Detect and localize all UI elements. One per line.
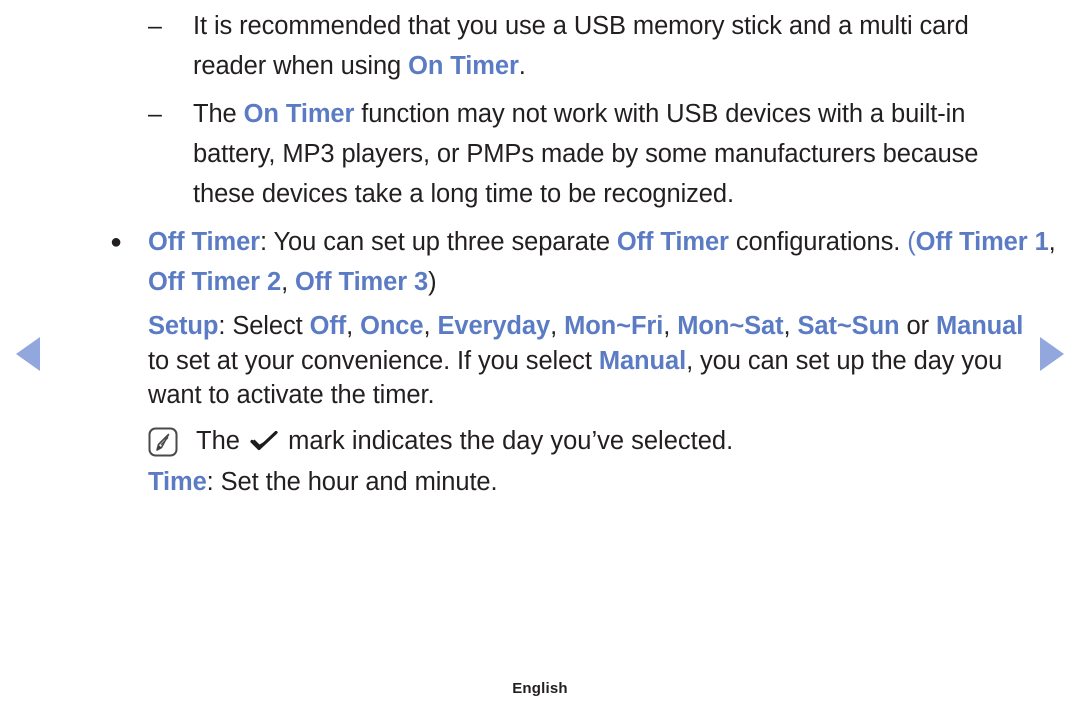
option-mon-sat: Mon~Sat <box>677 312 784 340</box>
keyword-off-timer: Off Timer <box>616 228 729 256</box>
note-pen-icon <box>148 427 178 457</box>
keyword-on-timer: On Timer <box>408 52 519 80</box>
manual-content: – It is recommended that you use a USB m… <box>0 0 1080 501</box>
note-item-usb-recommendation: – It is recommended that you use a USB m… <box>0 6 1080 86</box>
note-text: It is recommended that you use a USB mem… <box>193 12 969 80</box>
option-everyday: Everyday <box>437 312 551 340</box>
bullet-marker: ● <box>110 231 123 253</box>
keyword-off-timer-2: Off Timer 2 <box>148 268 282 296</box>
keyword-time: Time <box>148 467 207 496</box>
note-suffix: mark indicates the day you’ve selected. <box>281 426 734 455</box>
keyword-off-timer-3: Off Timer 3 <box>295 268 429 296</box>
note-item-on-timer-limitations: – The On Timer function may not work wit… <box>0 94 1080 214</box>
checkmark-icon <box>250 424 278 450</box>
list-item-off-timer: ● Off Timer: You can set up three separa… <box>0 222 1080 302</box>
language-footer: English <box>512 680 568 697</box>
note-prefix: The <box>196 426 248 455</box>
option-manual: Manual <box>598 346 687 375</box>
option-mon-fri: Mon~Fri <box>564 312 664 340</box>
dash-marker: – <box>148 12 162 40</box>
keyword-off-timer: Off Timer <box>148 228 260 256</box>
option-once: Once <box>360 312 424 340</box>
keyword-on-timer: On Timer <box>243 100 355 128</box>
option-off: Off <box>309 312 347 340</box>
option-manual: Manual <box>935 312 1024 340</box>
keyword-off-timer-1: Off Timer 1 <box>915 228 1049 256</box>
time-paragraph: Time: Set the hour and minute. <box>148 463 1080 501</box>
manual-page: – It is recommended that you use a USB m… <box>0 0 1080 705</box>
note-mark-row: The mark indicates the day you’ve select… <box>148 422 1080 460</box>
note-text: The On Timer function may not work with … <box>193 100 979 208</box>
dash-marker: – <box>148 100 162 128</box>
setup-paragraph: Setup: Select Off, Once, Everyday, Mon~F… <box>148 312 1024 409</box>
open-paren: ( <box>907 228 916 256</box>
keyword-setup: Setup <box>148 312 219 340</box>
option-sat-sun: Sat~Sun <box>797 312 900 340</box>
note-mark-text: The mark indicates the day you’ve select… <box>196 422 733 460</box>
time-description: : Set the hour and minute. <box>206 467 498 496</box>
off-timer-description: Off Timer: You can set up three separate… <box>148 228 1056 296</box>
